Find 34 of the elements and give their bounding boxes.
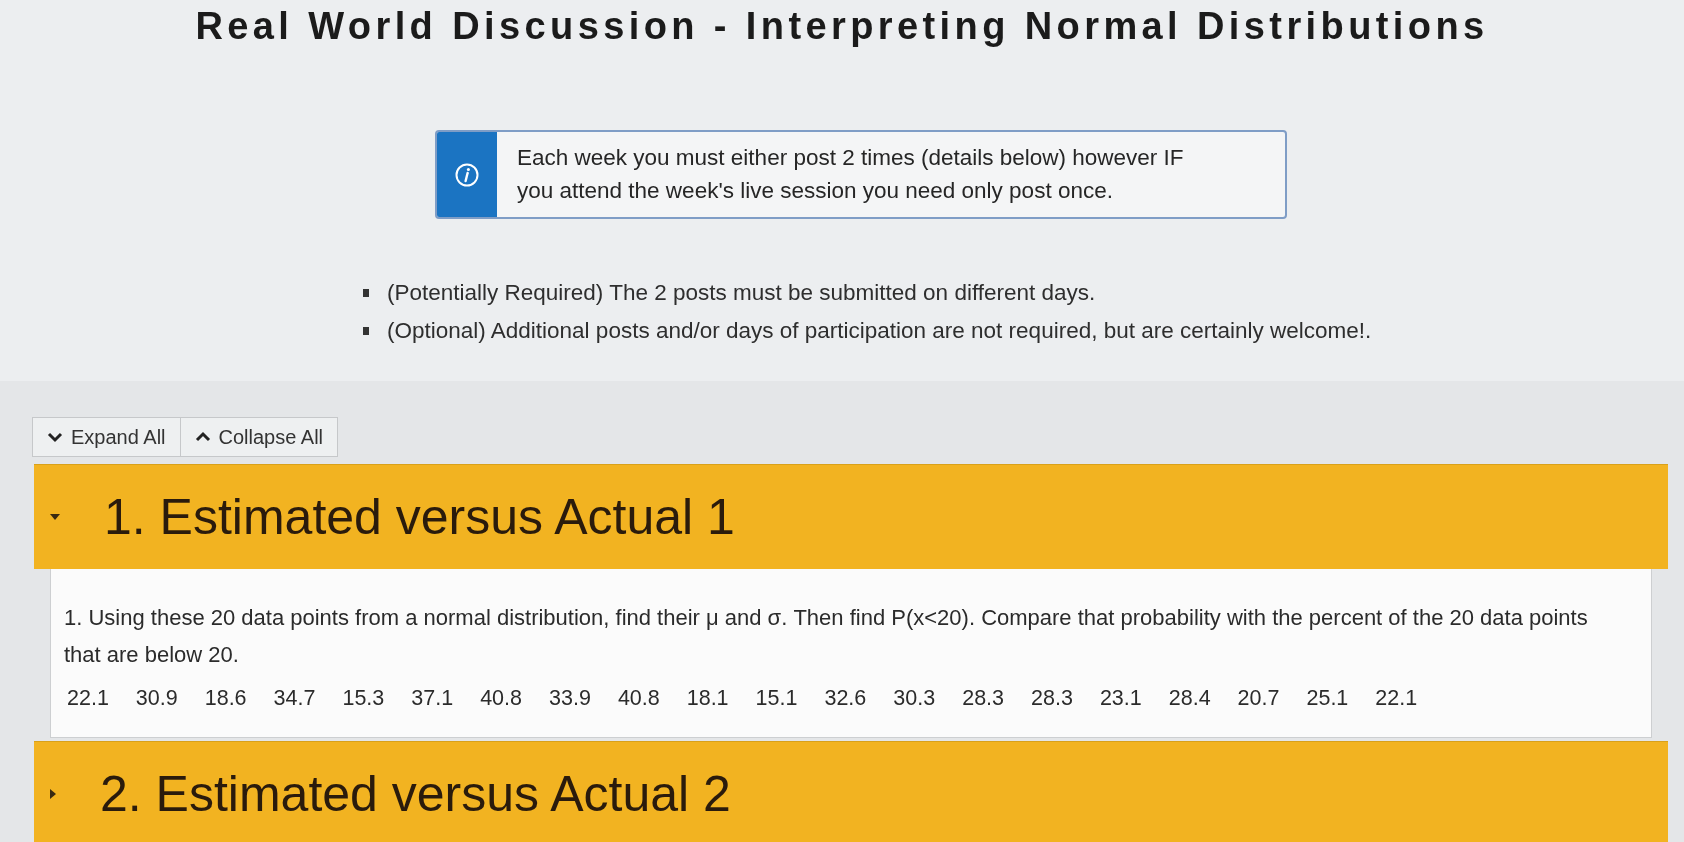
data-value: 30.9 — [135, 685, 178, 712]
section-header[interactable]: 1. Estimated versus Actual 1 — [34, 464, 1668, 569]
data-value: 34.7 — [273, 685, 316, 712]
data-value: 28.3 — [1031, 685, 1073, 712]
data-value: 22.1 — [67, 685, 109, 712]
requirement-text: (Potentially Required) The 2 posts must be submitted on different days. — [387, 279, 1096, 307]
data-value: 20.7 — [1237, 685, 1280, 712]
notice-text: Each week you must either post 2 times (details below) however IF you attend the week's live session you need only post once. — [516, 144, 1185, 205]
collapse-all-button[interactable]: Collapse All — [179, 417, 339, 457]
section-header[interactable]: 2. Estimated versus Actual 2 — [34, 741, 1668, 842]
data-value: 28.4 — [1168, 685, 1211, 712]
chevron-up-icon — [194, 431, 211, 443]
data-value: 37.1 — [411, 685, 454, 712]
expand-all-button[interactable]: Expand All — [32, 417, 181, 457]
data-value: 18.1 — [686, 685, 729, 712]
data-value: 18.6 — [204, 685, 247, 712]
data-value: 32.6 — [824, 685, 867, 712]
bullet-icon — [363, 327, 369, 335]
data-value: 33.9 — [549, 685, 591, 712]
data-value: 15.1 — [755, 685, 798, 712]
data-value: 30.3 — [893, 685, 936, 712]
page-title: Real World Discussion - Interpreting Normal Distributions — [195, 4, 1489, 49]
data-value: 25.1 — [1306, 685, 1349, 712]
bullet-icon — [363, 289, 369, 297]
data-value: 40.8 — [480, 685, 522, 712]
data-value: 15.3 — [342, 685, 385, 712]
data-value: 28.3 — [962, 685, 1005, 712]
data-value: 23.1 — [1099, 685, 1142, 712]
requirement-text: (Optional) Additional posts and/or days of participation are not required, but are certainly welcome!. — [387, 317, 1372, 345]
data-value: 40.8 — [617, 685, 660, 712]
data-value: 22.1 — [1375, 685, 1418, 712]
info-icon — [455, 162, 479, 187]
chevron-down-icon — [47, 431, 63, 443]
question-text: 1. Using these 20 data points from a normal distribution, find their μ and σ. Then find P(x<20). Compare that probability with the percent of the 20 data points that are below 20. — [64, 604, 1589, 669]
